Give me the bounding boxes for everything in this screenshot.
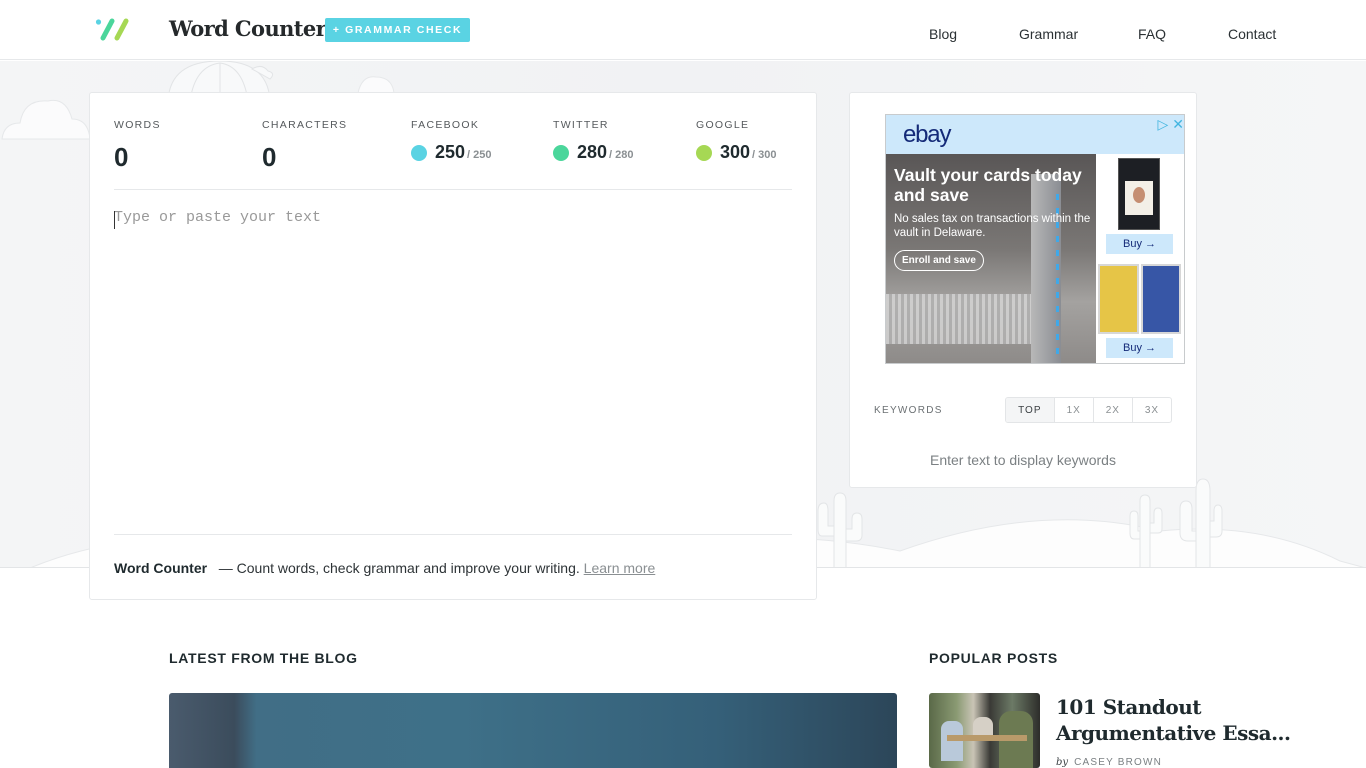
- popular-post-title[interactable]: 101 Standout Argumentative Essa...: [1056, 694, 1296, 746]
- site-header: Word Counter + GRAMMAR CHECK Blog Gramma…: [0, 0, 1366, 60]
- tab-1x[interactable]: 1X: [1053, 398, 1093, 422]
- tab-top[interactable]: TOP: [1006, 398, 1054, 422]
- ad-hero-image[interactable]: Vault your cards today and save No sales…: [886, 154, 1096, 363]
- footer-divider: [114, 534, 792, 535]
- ad-enroll-button[interactable]: Enroll and save: [894, 250, 984, 271]
- facebook-label: FACEBOOK: [411, 119, 480, 131]
- text-caret: [114, 211, 115, 229]
- popular-post-author: by CASEY BROWN: [1056, 757, 1162, 768]
- stat-facebook: FACEBOOK 250 / 250: [411, 119, 492, 163]
- logo-icon[interactable]: [95, 18, 131, 42]
- words-value: 0: [114, 142, 129, 172]
- facebook-max: / 250: [467, 149, 492, 161]
- latest-blog-heading: LATEST FROM THE BLOG: [169, 650, 358, 666]
- twitter-dot-icon: [553, 144, 569, 161]
- stats-divider: [114, 189, 792, 190]
- ad-buy-button[interactable]: Buy →: [1106, 234, 1173, 254]
- google-label: GOOGLE: [696, 119, 750, 131]
- keywords-label: KEYWORDS: [874, 405, 943, 416]
- words-label: WORDS: [114, 119, 161, 131]
- facebook-value: 250: [435, 142, 466, 162]
- footer-tagline: — Count words, check grammar and improve…: [218, 560, 580, 576]
- twitter-value: 280: [577, 142, 608, 162]
- twitter-label: TWITTER: [553, 119, 609, 131]
- footer-brand: Word Counter: [114, 560, 208, 576]
- keywords-empty-message: Enter text to display keywords: [930, 452, 1116, 468]
- learn-more-link[interactable]: Learn more: [584, 560, 656, 576]
- adchoices-icon[interactable]: ▷: [1157, 116, 1168, 133]
- ad-headline: Vault your cards today and save: [894, 165, 1082, 205]
- characters-label: CHARACTERS: [262, 119, 348, 131]
- sidebar-card: ebay ▷ ✕ Vault your cards today and save…: [849, 92, 1197, 488]
- facebook-dot-icon: [411, 144, 427, 161]
- cloud-icon: [1, 99, 91, 140]
- word-counter-card: WORDS 0 CHARACTERS 0 FACEBOOK 250 / 250 …: [89, 92, 817, 600]
- stat-twitter: TWITTER 280 / 280: [553, 119, 634, 163]
- keyword-density-tabs: TOP 1X 2X 3X: [1005, 397, 1172, 423]
- ad-close-icon[interactable]: ✕: [1172, 116, 1184, 133]
- ad-buy-button[interactable]: Buy →: [1106, 338, 1173, 358]
- cloud-small-icon: [357, 76, 395, 94]
- nav-blog[interactable]: Blog: [929, 26, 957, 42]
- google-value: 300: [720, 142, 751, 162]
- popular-post-title-text[interactable]: 101 Standout Argumentative Essa...: [1056, 694, 1291, 746]
- nav-faq[interactable]: FAQ: [1138, 26, 1166, 42]
- ad-subtext: No sales tax on transactions within the …: [894, 213, 1091, 239]
- ad-brand-logo: ebay: [903, 121, 951, 148]
- popular-posts-heading: POPULAR POSTS: [929, 650, 1058, 666]
- author-by: by: [1056, 757, 1069, 768]
- stat-characters: CHARACTERS 0: [262, 119, 347, 173]
- twitter-max: / 280: [609, 149, 634, 161]
- characters-value: 0: [262, 142, 277, 172]
- google-dot-icon: [696, 144, 712, 161]
- brand-title[interactable]: Word Counter: [169, 16, 327, 41]
- advertisement[interactable]: ebay ▷ ✕ Vault your cards today and save…: [885, 114, 1185, 364]
- google-max: / 300: [752, 149, 777, 161]
- ad-product-image[interactable]: [1098, 264, 1181, 334]
- popular-post-image[interactable]: [929, 693, 1040, 768]
- tab-2x[interactable]: 2X: [1092, 398, 1132, 422]
- stat-words: WORDS 0: [114, 119, 161, 173]
- nav-grammar[interactable]: Grammar: [1019, 26, 1078, 42]
- card-footer: Word Counter — Count words, check gramma…: [114, 560, 655, 576]
- ad-product-image[interactable]: [1118, 158, 1160, 230]
- text-input[interactable]: [114, 209, 792, 529]
- author-name[interactable]: CASEY BROWN: [1074, 757, 1162, 768]
- grammar-check-button[interactable]: + GRAMMAR CHECK: [325, 18, 470, 42]
- tab-3x[interactable]: 3X: [1131, 398, 1171, 422]
- featured-blog-image[interactable]: [169, 693, 897, 768]
- stat-google: GOOGLE 300 / 300: [696, 119, 777, 163]
- nav-contact[interactable]: Contact: [1228, 26, 1276, 42]
